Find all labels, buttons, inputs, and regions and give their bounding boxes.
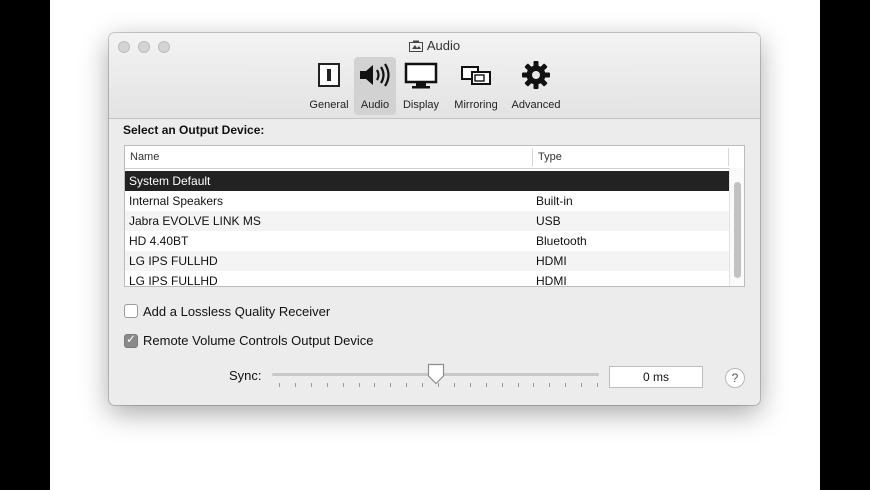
slider-tick bbox=[342, 383, 344, 387]
gear-icon bbox=[522, 61, 550, 89]
audio-preferences-window: Audio General Audio Display Mirroring Ad… bbox=[109, 33, 760, 405]
output-device-table: Name Type System Default Internal Speake… bbox=[124, 145, 745, 287]
table-scrollbar[interactable] bbox=[729, 168, 744, 286]
mirroring-icon bbox=[461, 66, 491, 85]
slider-tick bbox=[549, 383, 551, 387]
device-name: Internal Speakers bbox=[129, 194, 224, 208]
device-type: Built-in bbox=[536, 194, 573, 208]
sync-slider-thumb[interactable] bbox=[427, 363, 445, 385]
slider-tick bbox=[279, 383, 280, 387]
slider-tick bbox=[310, 383, 312, 387]
tab-mirroring[interactable]: Mirroring bbox=[447, 57, 505, 115]
window-title-text: Audio bbox=[426, 38, 461, 53]
column-divider bbox=[728, 148, 729, 166]
lossless-receiver-checkbox[interactable] bbox=[124, 304, 138, 318]
remote-volume-checkbox[interactable] bbox=[124, 332, 138, 348]
window-title: Audio bbox=[109, 38, 760, 55]
slider-tick bbox=[469, 383, 471, 387]
table-row[interactable]: System Default bbox=[125, 171, 732, 191]
title-bar: Audio General Audio Display Mirroring Ad… bbox=[109, 33, 760, 119]
remote-volume-label[interactable]: Remote Volume Controls Output Device bbox=[143, 333, 374, 348]
column-header-name[interactable]: Name bbox=[130, 151, 159, 163]
slider-tick bbox=[517, 383, 519, 387]
device-name: HD 4.40BT bbox=[129, 234, 189, 248]
slider-tick bbox=[422, 383, 424, 387]
slider-tick bbox=[597, 383, 598, 387]
scrollbar-thumb[interactable] bbox=[734, 182, 741, 278]
sync-ms-field[interactable]: 0 ms bbox=[609, 366, 703, 388]
table-row[interactable]: Jabra EVOLVE LINK MS USB bbox=[125, 211, 732, 231]
audio-window-icon bbox=[408, 40, 423, 55]
slider-tick bbox=[390, 383, 392, 387]
speaker-icon bbox=[360, 63, 390, 87]
display-icon bbox=[404, 62, 438, 89]
device-name: System Default bbox=[129, 174, 211, 188]
slider-tick bbox=[453, 383, 455, 387]
device-type: Bluetooth bbox=[536, 234, 587, 248]
tab-general[interactable]: General bbox=[305, 57, 353, 115]
device-name: Jabra EVOLVE LINK MS bbox=[129, 214, 261, 228]
table-row[interactable]: LG IPS FULLHD HDMI bbox=[125, 271, 732, 287]
slider-tick bbox=[406, 383, 408, 387]
table-row[interactable]: Internal Speakers Built-in bbox=[125, 191, 732, 211]
tab-advanced-label: Advanced bbox=[511, 99, 561, 111]
help-button[interactable]: ? bbox=[725, 368, 745, 388]
tab-audio[interactable]: Audio bbox=[354, 57, 396, 115]
slider-tick bbox=[374, 383, 376, 387]
slider-tick bbox=[501, 383, 503, 387]
slider-tick bbox=[533, 383, 535, 387]
tab-display-label: Display bbox=[402, 99, 440, 111]
slider-tick bbox=[565, 383, 567, 387]
tab-audio-label: Audio bbox=[360, 99, 390, 111]
sync-label: Sync: bbox=[229, 368, 262, 383]
table-header: Name Type bbox=[125, 146, 744, 169]
slider-tick bbox=[358, 383, 360, 387]
column-divider bbox=[532, 148, 533, 166]
tab-display[interactable]: Display bbox=[397, 57, 445, 115]
slider-tick bbox=[294, 383, 296, 387]
slider-tick bbox=[326, 383, 328, 387]
device-type: USB bbox=[536, 214, 561, 228]
device-list: System Default Internal Speakers Built-i… bbox=[125, 171, 732, 287]
slider-tick bbox=[581, 383, 583, 387]
device-type: HDMI bbox=[536, 274, 567, 287]
column-header-type[interactable]: Type bbox=[538, 151, 562, 163]
device-type: HDMI bbox=[536, 254, 567, 268]
general-icon bbox=[318, 63, 340, 87]
output-device-section-label: Select an Output Device: bbox=[123, 123, 265, 137]
device-name: LG IPS FULLHD bbox=[129, 274, 218, 287]
tab-advanced[interactable]: Advanced bbox=[506, 57, 566, 115]
lossless-receiver-label[interactable]: Add a Lossless Quality Receiver bbox=[143, 304, 330, 319]
device-name: LG IPS FULLHD bbox=[129, 254, 218, 268]
slider-tick bbox=[485, 383, 487, 387]
tab-mirroring-label: Mirroring bbox=[454, 99, 498, 111]
table-row[interactable]: HD 4.40BT Bluetooth bbox=[125, 231, 732, 251]
tab-general-label: General bbox=[309, 99, 349, 111]
table-row[interactable]: LG IPS FULLHD HDMI bbox=[125, 251, 732, 271]
